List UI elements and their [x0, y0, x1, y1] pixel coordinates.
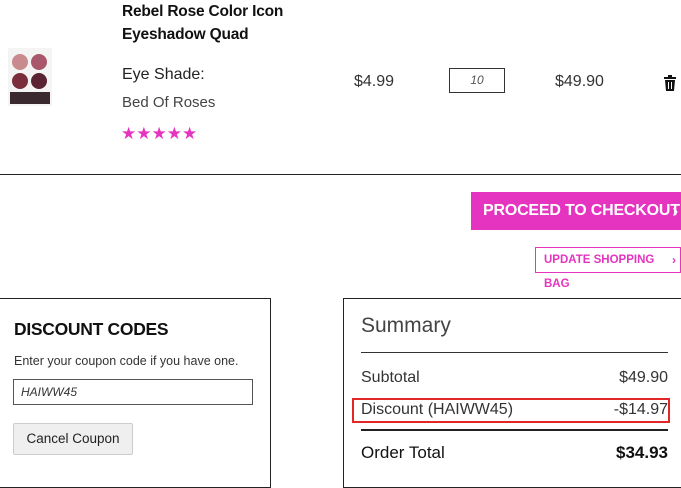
coupon-help-text: Enter your coupon code if you have one.: [14, 354, 239, 368]
shadow-pan-4: [31, 73, 47, 89]
palette-base: [10, 92, 50, 104]
coupon-code-input[interactable]: HAIWW45: [13, 379, 253, 405]
discount-label: Discount (HAIWW45): [361, 401, 514, 418]
discount-value: -$14.97: [613, 401, 668, 418]
rating-stars: ★★★★★: [121, 124, 198, 143]
total-divider: [361, 429, 668, 431]
product-thumbnail[interactable]: [8, 48, 52, 106]
subtotal-label: Subtotal: [361, 369, 420, 386]
chevron-right-icon: ›: [672, 253, 676, 267]
update-label: UPDATE SHOPPING BAG: [544, 254, 655, 290]
shadow-pan-3: [12, 73, 28, 89]
proceed-to-checkout-button[interactable]: PROCEED TO CHECKOUT ›: [471, 192, 681, 230]
update-shopping-bag-button[interactable]: UPDATE SHOPPING BAG ›: [535, 247, 681, 290]
shadow-pan-2: [31, 54, 47, 70]
shade-label: Eye Shade:: [122, 66, 205, 83]
chevron-right-icon: ›: [672, 201, 678, 221]
quantity-input[interactable]: 10: [449, 68, 505, 93]
order-total-label: Order Total: [361, 443, 445, 462]
discount-codes-title: DISCOUNT CODES: [14, 319, 169, 339]
subtotal-value: $49.90: [619, 369, 668, 386]
order-total-value: $34.93: [616, 443, 668, 462]
divider: [0, 174, 681, 175]
checkout-label: PROCEED TO CHECKOUT: [483, 202, 680, 219]
product-name[interactable]: Rebel Rose Color Icon Eyeshadow Quad: [122, 0, 322, 46]
trash-icon[interactable]: [663, 75, 677, 91]
cancel-coupon-button[interactable]: Cancel Coupon: [13, 423, 133, 455]
summary-divider: [361, 352, 668, 353]
line-total: $49.90: [555, 73, 604, 90]
unit-price: $4.99: [354, 73, 395, 90]
shadow-pan-1: [12, 54, 28, 70]
shade-value: Bed Of Roses: [122, 94, 216, 111]
summary-title: Summary: [361, 314, 451, 337]
